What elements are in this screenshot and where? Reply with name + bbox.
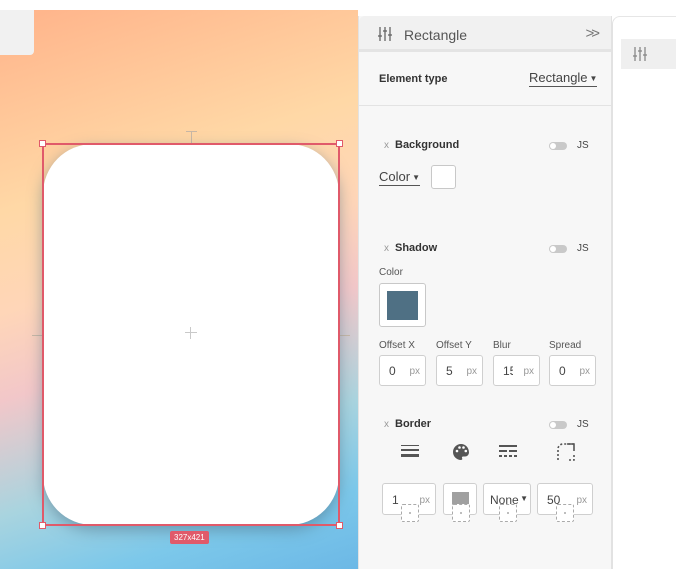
- background-js-toggle[interactable]: [549, 142, 567, 150]
- border-style-icon: [499, 444, 519, 462]
- chevron-down-icon: ▼: [412, 173, 420, 182]
- selection-box[interactable]: [42, 143, 340, 526]
- resize-handle-top-right[interactable]: [336, 140, 343, 147]
- shadow-section-title: Shadow: [395, 242, 438, 254]
- shadow-color-picker[interactable]: [379, 283, 426, 327]
- offset-y-input[interactable]: 5 px: [436, 355, 483, 386]
- blur-label: Blur: [493, 340, 511, 351]
- border-js-toggle[interactable]: [549, 421, 567, 429]
- palette-icon: [452, 443, 472, 461]
- border-radius-icon: [557, 443, 577, 461]
- double-chevron-right-icon[interactable]: >>: [585, 25, 599, 42]
- blur-input[interactable]: 15px: [493, 355, 540, 386]
- side-panel-tab[interactable]: [621, 39, 676, 69]
- design-canvas[interactable]: 327x421: [0, 10, 358, 569]
- spread-label: Spread: [549, 340, 582, 351]
- remove-shadow-button[interactable]: x: [384, 243, 389, 254]
- border-section-title: Border: [395, 418, 432, 430]
- chevron-down-icon: ▼: [520, 494, 528, 503]
- sliders-icon: [377, 27, 393, 46]
- background-color-swatch[interactable]: [431, 165, 456, 189]
- offset-x-input[interactable]: 0 px: [379, 355, 426, 386]
- shadow-color-fill: [387, 291, 418, 320]
- border-width-per-side-icon[interactable]: [401, 504, 419, 522]
- background-section-title: Background: [395, 139, 460, 151]
- remove-background-button[interactable]: x: [384, 140, 389, 151]
- element-type-row: Element type Rectangle ▼: [359, 56, 611, 106]
- right-guide: [339, 335, 350, 336]
- shadow-js-label: JS: [577, 243, 589, 254]
- panel-header: Rectangle >>: [359, 16, 611, 52]
- shadow-color-label: Color: [379, 267, 403, 278]
- resize-handle-top-left[interactable]: [39, 140, 46, 147]
- properties-panel: Rectangle >> Element type Rectangle ▼ x B…: [358, 16, 612, 569]
- panel-title: Rectangle: [404, 27, 468, 43]
- canvas-corner-tab[interactable]: [0, 10, 34, 55]
- spread-input[interactable]: 0 px: [549, 355, 596, 386]
- shadow-js-toggle[interactable]: [549, 245, 567, 253]
- top-guide-cap: [186, 131, 197, 132]
- sliders-icon: [632, 47, 648, 66]
- border-js-label: JS: [577, 419, 589, 430]
- element-type-select[interactable]: Rectangle ▼: [529, 70, 598, 87]
- offset-x-label: Offset X: [379, 340, 415, 351]
- chevron-down-icon: ▼: [589, 74, 598, 83]
- border-width-icon: [401, 444, 421, 462]
- offset-y-label: Offset Y: [436, 340, 472, 351]
- remove-border-button[interactable]: x: [384, 419, 389, 430]
- border-radius-per-corner-icon[interactable]: [556, 504, 574, 522]
- background-mode-select[interactable]: Color ▼: [379, 169, 420, 186]
- border-color-per-side-icon[interactable]: [452, 504, 470, 522]
- collapsed-side-panel: [612, 16, 676, 569]
- size-badge: 327x421: [170, 531, 209, 544]
- background-js-label: JS: [577, 140, 589, 151]
- element-type-label: Element type: [379, 73, 448, 85]
- resize-handle-bottom-left[interactable]: [39, 522, 46, 529]
- border-style-per-side-icon[interactable]: [499, 504, 517, 522]
- resize-handle-bottom-right[interactable]: [336, 522, 343, 529]
